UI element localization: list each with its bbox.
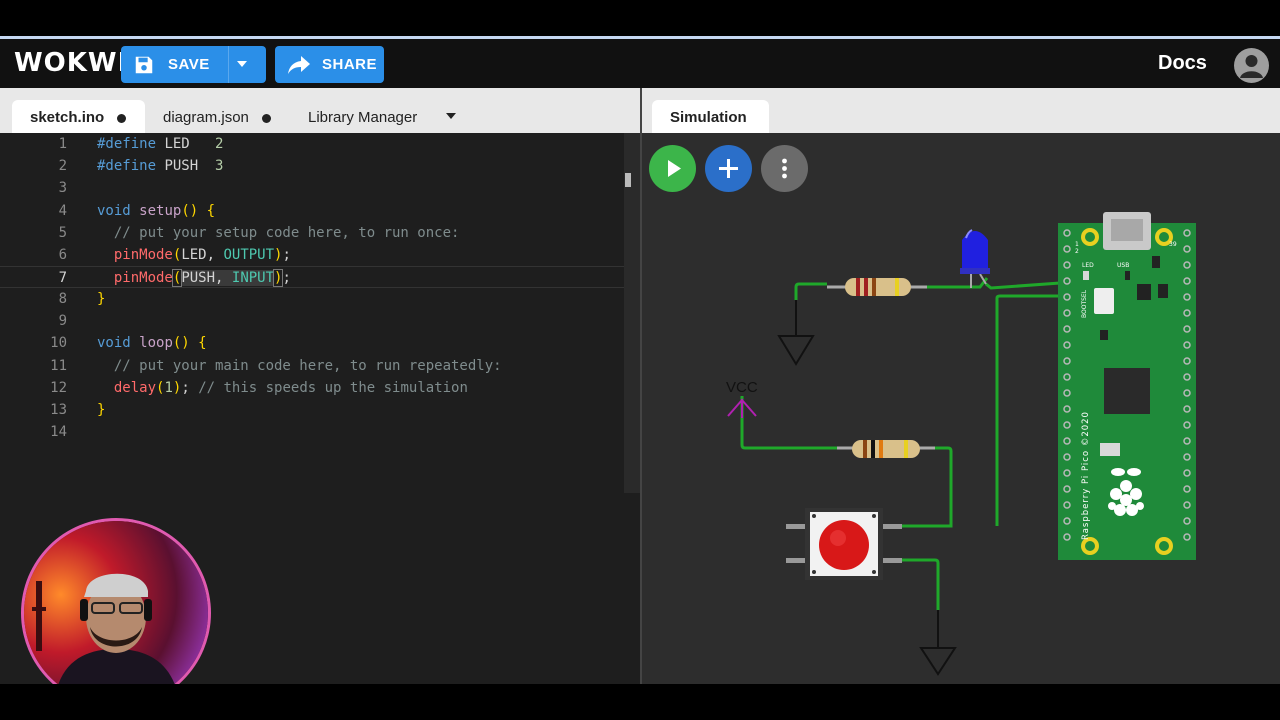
code-line: 5 // put your setup code here, to run on… [0, 222, 625, 244]
line-number: 9 [58, 313, 67, 329]
user-icon [1240, 55, 1263, 78]
code-text: #define PUSH 3 [97, 158, 224, 174]
save-button[interactable]: SAVE [121, 46, 266, 83]
tab-library-manager[interactable]: Library Manager [295, 100, 435, 133]
code-line: 10 void loop() { [0, 332, 625, 354]
save-label: SAVE [168, 56, 210, 73]
tabs-dropdown-icon[interactable] [445, 112, 457, 120]
docs-link[interactable]: Docs [1158, 52, 1207, 75]
usb-silkscreen-label: USB [1117, 262, 1129, 269]
code-text: pinMode(LED, OUTPUT); [113, 247, 291, 263]
board-silkscreen-name: Raspberry Pi Pico ©2020 [1081, 411, 1091, 540]
code-text: #define LED 2 [97, 136, 224, 152]
code-line: 6 pinMode(LED, OUTPUT); [0, 244, 625, 266]
led-silkscreen-label: LED [1082, 262, 1094, 269]
ground-symbol[interactable] [919, 610, 957, 676]
resistor[interactable] [827, 278, 927, 296]
line-number: 3 [58, 180, 67, 196]
save-disk-icon [135, 56, 153, 74]
code-text: // put your main code here, to run repea… [97, 358, 502, 374]
circuit-canvas[interactable]: VCC 2 1 39 LED USB BOOTSEL Raspberry Pi … [642, 88, 1280, 684]
unsaved-dot-icon [262, 114, 271, 123]
pin-2-label: 2 [1075, 248, 1079, 255]
code-text: void setup() { [97, 203, 216, 219]
raspberry-pi-pico[interactable]: 2 1 39 LED USB BOOTSEL Raspberry Pi Pico… [1058, 212, 1196, 560]
code-line: 2 #define PUSH 3 [0, 155, 625, 177]
code-line: 12 delay(1); // this speeds up the simul… [0, 377, 625, 399]
vcc-label: VCC [726, 379, 758, 396]
code-line: 13 } [0, 399, 625, 421]
line-number: 4 [58, 203, 67, 219]
code-text: } [97, 402, 106, 418]
line-number: 1 [58, 136, 67, 152]
line-number: 10 [50, 335, 67, 351]
editor-scrollbar[interactable] [624, 133, 640, 493]
line-number: 13 [50, 402, 67, 418]
bootsel-button[interactable] [1094, 288, 1114, 314]
pin-1-label: 1 [1075, 241, 1079, 248]
share-arrow-icon [288, 56, 310, 74]
code-text: // put your setup code here, to run once… [97, 225, 460, 241]
line-number: 6 [58, 247, 67, 263]
code-line: 11 // put your main code here, to run re… [0, 355, 625, 377]
chevron-down-icon[interactable] [235, 59, 249, 69]
scrollbar-thumb[interactable] [625, 173, 631, 187]
wokwi-app: WOKWI SAVE SHARE Docs sketch.ino diagram… [0, 36, 1280, 684]
unsaved-dot-icon [117, 114, 126, 123]
ground-symbol[interactable] [777, 300, 815, 366]
code-text: void loop() { [97, 335, 207, 351]
current-code-line: 7 pinMode(PUSH, INPUT); [0, 266, 625, 288]
line-number: 11 [50, 358, 67, 374]
header-bar: WOKWI SAVE SHARE Docs [0, 39, 1280, 88]
share-label: SHARE [322, 56, 378, 73]
code-line: 4 void setup() { [0, 200, 625, 222]
pin-39-label: 39 [1169, 241, 1177, 248]
code-line: 1 #define LED 2 [0, 133, 625, 155]
code-text: delay(1); // this speeds up the simulati… [113, 380, 468, 396]
code-line: 8 } [0, 288, 625, 310]
resistor[interactable] [837, 440, 935, 458]
code-line: 9 [0, 310, 625, 332]
line-number: 7 [58, 270, 67, 286]
share-button[interactable]: SHARE [275, 46, 384, 83]
line-number: 2 [58, 158, 67, 174]
tab-label: sketch.ino [30, 109, 105, 126]
line-number: 8 [58, 291, 67, 307]
code-line: 14 [0, 421, 625, 443]
letterbox-bottom [0, 684, 1280, 720]
tab-label: Library Manager [308, 109, 418, 126]
line-number: 12 [50, 380, 67, 396]
bootsel-label: BOOTSEL [1081, 289, 1088, 318]
code-text: } [97, 291, 106, 307]
push-button[interactable] [786, 508, 902, 580]
tab-label: diagram.json [163, 109, 249, 126]
editor-tab-bar: sketch.ino diagram.json Library Manager [0, 88, 640, 133]
tab-sketch-ino[interactable]: sketch.ino [12, 100, 145, 133]
simulation-pane: Simulation VCC 2 1 39 LED USB BOOTSEL Ra… [642, 88, 1280, 684]
save-divider [228, 46, 229, 83]
code-line: 3 [0, 177, 625, 199]
wokwi-logo[interactable]: WOKWI [14, 48, 128, 78]
code-text: pinMode(PUSH, INPUT); [113, 269, 291, 287]
line-number: 14 [50, 424, 67, 440]
tab-diagram-json[interactable]: diagram.json [150, 100, 280, 133]
line-number: 5 [58, 225, 67, 241]
user-avatar[interactable] [1234, 48, 1269, 83]
